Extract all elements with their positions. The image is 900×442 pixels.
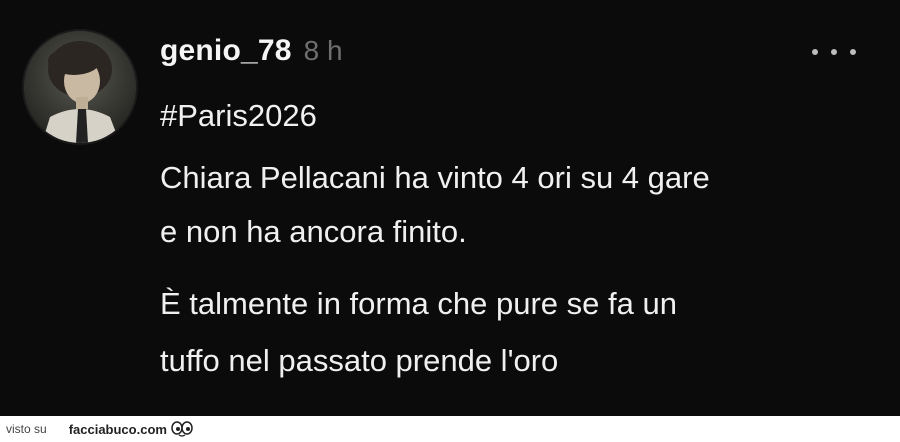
post-text-line: e non ha ancora finito. xyxy=(160,214,467,249)
avatar-image xyxy=(24,31,136,143)
avatar[interactable] xyxy=(24,31,136,143)
post-text-line: È talmente in forma che pure se fa un xyxy=(160,286,677,321)
visto-su-label: visto su xyxy=(6,422,47,436)
dot xyxy=(812,49,818,55)
username[interactable]: genio_78 xyxy=(160,34,292,68)
post-header: genio_78 8 h xyxy=(160,34,343,68)
brand-name[interactable]: facciabuco.com xyxy=(69,422,167,437)
post-text-line: Chiara Pellacani ha vinto 4 ori su 4 gar… xyxy=(160,160,710,195)
eyes-logo-icon xyxy=(171,421,193,437)
post-time: 8 h xyxy=(303,35,343,66)
hashtag[interactable]: #Paris2026 xyxy=(160,98,317,134)
dot xyxy=(850,49,856,55)
post-text-line: tuffo nel passato prende l'oro xyxy=(160,343,559,378)
watermark-footer: visto su facciabuco.com xyxy=(0,416,900,442)
more-options-icon[interactable] xyxy=(812,44,856,60)
post: genio_78 8 h #Paris2026 Chiara Pellacani… xyxy=(0,0,900,416)
dot xyxy=(831,49,837,55)
